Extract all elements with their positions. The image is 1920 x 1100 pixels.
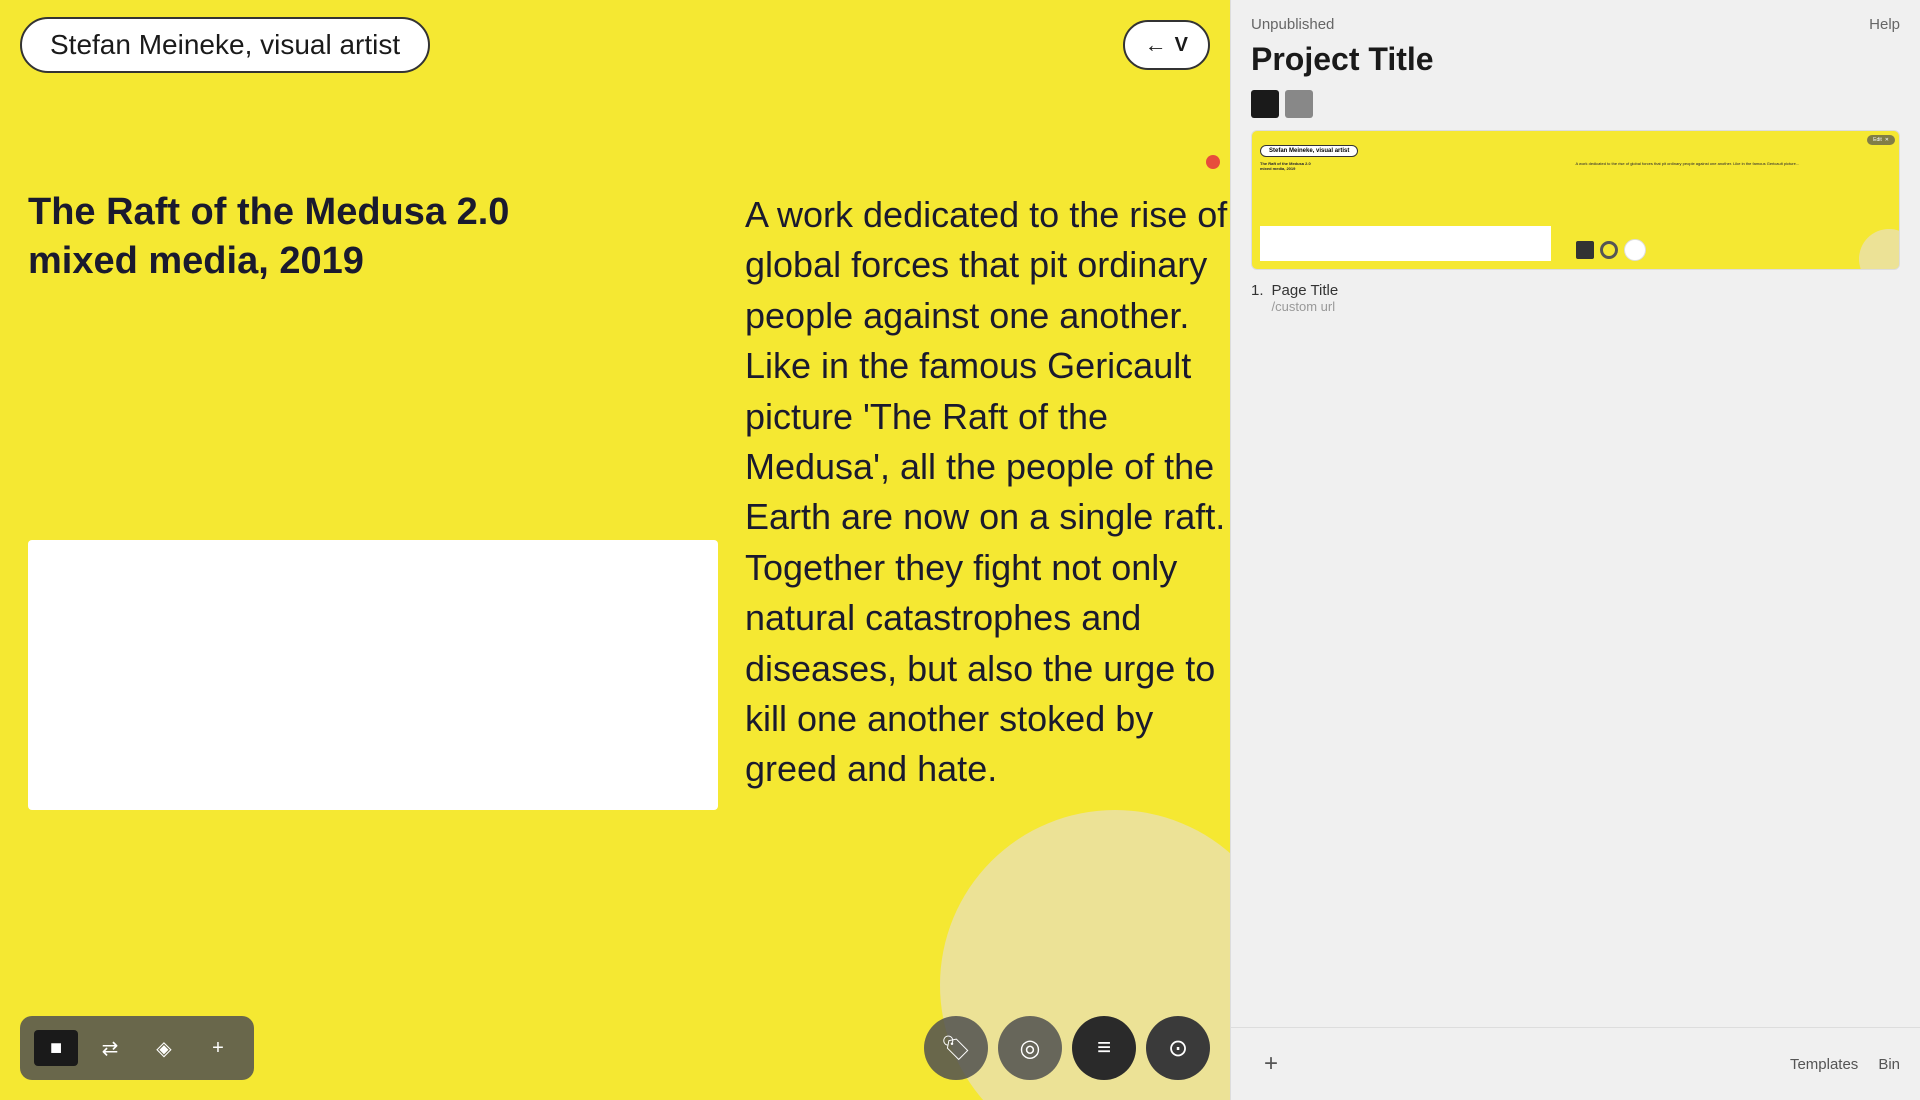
add-tool-button[interactable]: + bbox=[196, 1026, 240, 1070]
page-preview: Edit ✕ Stefan Meineke, visual artist The… bbox=[1251, 130, 1900, 270]
artwork-description: A work dedicated to the rise of global f… bbox=[745, 190, 1230, 795]
page-list: 1. Page Title /custom url bbox=[1231, 270, 1920, 318]
menu-button[interactable]: ≡ bbox=[1072, 1016, 1136, 1080]
add-icon: + bbox=[212, 1037, 224, 1060]
preview-description: A work dedicated to the rise of global f… bbox=[1576, 161, 1892, 166]
menu-icon: ≡ bbox=[1097, 1034, 1111, 1062]
square-icon: ■ bbox=[50, 1037, 62, 1060]
artwork-info: The Raft of the Medusa 2.0 mixed media, … bbox=[28, 190, 509, 283]
preview-circle-decoration bbox=[1859, 229, 1900, 270]
add-page-button[interactable]: + bbox=[1251, 1044, 1291, 1084]
page-title-pill[interactable]: Stefan Meineke, visual artist bbox=[20, 17, 430, 73]
swap-icon: ⇄ bbox=[102, 1036, 119, 1061]
preview-title-pill: Stefan Meineke, visual artist bbox=[1260, 145, 1358, 157]
artwork-title: The Raft of the Medusa 2.0 bbox=[28, 190, 509, 236]
right-sidebar: Unpublished Help Project Title Edit ✕ St… bbox=[1230, 0, 1920, 1100]
preview-circle-white-shape bbox=[1624, 239, 1646, 261]
sidebar-header: Unpublished Help bbox=[1231, 0, 1920, 41]
preview-close-button[interactable]: Edit ✕ bbox=[1867, 135, 1895, 145]
help-link[interactable]: Help bbox=[1869, 16, 1900, 33]
list-item[interactable]: 1. Page Title /custom url bbox=[1251, 282, 1900, 314]
color-swatches bbox=[1231, 90, 1920, 130]
preview-shapes bbox=[1576, 239, 1892, 261]
color-swatch-black[interactable] bbox=[1251, 90, 1279, 118]
eye-icon: ◎ bbox=[1020, 1034, 1041, 1063]
layers-tool-button[interactable]: ◈ bbox=[142, 1026, 186, 1070]
add-page-icon: + bbox=[1264, 1050, 1278, 1078]
preview-square-shape bbox=[1576, 241, 1594, 259]
settings-icon: ⊙ bbox=[1168, 1034, 1188, 1063]
templates-button[interactable]: Templates bbox=[1790, 1056, 1858, 1073]
page-url: /custom url bbox=[1272, 299, 1339, 314]
publish-status: Unpublished bbox=[1251, 16, 1334, 33]
page-info: Page Title /custom url bbox=[1272, 282, 1339, 314]
layers-icon: ◈ bbox=[156, 1036, 171, 1061]
sidebar-project-title[interactable]: Project Title bbox=[1231, 41, 1920, 90]
close-x-icon: ✕ bbox=[1885, 137, 1889, 143]
tag-button[interactable]: 🏷 bbox=[924, 1016, 988, 1080]
swap-tool-button[interactable]: ⇄ bbox=[88, 1026, 132, 1070]
nav-controls: ← V bbox=[1123, 20, 1210, 70]
settings-button[interactable]: ⊙ bbox=[1146, 1016, 1210, 1080]
back-arrow-icon[interactable]: ← bbox=[1145, 32, 1167, 58]
red-dot-indicator bbox=[1206, 155, 1220, 169]
bin-button[interactable]: Bin bbox=[1878, 1056, 1900, 1073]
artwork-subtitle: mixed media, 2019 bbox=[28, 240, 509, 283]
edit-label: Edit bbox=[1873, 137, 1882, 143]
sidebar-bottom-actions: Templates Bin bbox=[1790, 1056, 1900, 1073]
page-number: 1. bbox=[1251, 282, 1264, 299]
square-tool-button[interactable]: ■ bbox=[34, 1030, 78, 1066]
preview-white-box bbox=[1260, 226, 1551, 261]
bottom-right-controls: 🏷 ◎ ≡ ⊙ bbox=[924, 1016, 1210, 1080]
bottom-toolbar: ■ ⇄ ◈ + bbox=[20, 1016, 254, 1080]
preview-inner: Edit ✕ Stefan Meineke, visual artist The… bbox=[1252, 131, 1899, 269]
color-swatch-gray[interactable] bbox=[1285, 90, 1313, 118]
preview-circle-outline-shape bbox=[1600, 241, 1618, 259]
main-canvas: Stefan Meineke, visual artist ← V The Ra… bbox=[0, 0, 1230, 1100]
nav-letter: V bbox=[1175, 34, 1188, 57]
image-placeholder bbox=[28, 540, 718, 810]
page-name: Page Title bbox=[1272, 282, 1339, 299]
canvas-top-bar: Stefan Meineke, visual artist ← V bbox=[0, 0, 1230, 90]
eye-button[interactable]: ◎ bbox=[998, 1016, 1062, 1080]
tag-icon: 🏷 bbox=[941, 1034, 971, 1063]
sidebar-bottom: + Templates Bin bbox=[1231, 1027, 1920, 1100]
nav-pill: ← V bbox=[1123, 20, 1210, 70]
